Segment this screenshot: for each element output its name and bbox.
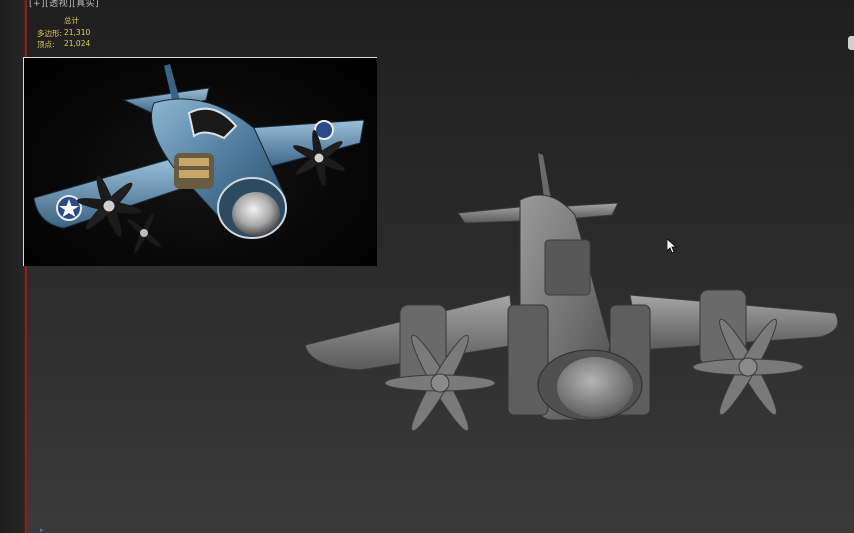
- axis-tripod-icon: ▸: [40, 526, 44, 533]
- viewcube-edge-icon[interactable]: [848, 36, 854, 50]
- stats-polys-value: 21,310: [64, 28, 91, 37]
- stats-verts-label: 顶点:: [37, 40, 55, 49]
- arrow-cursor-icon: [666, 238, 678, 255]
- gray-airplane-model: [304, 153, 839, 432]
- 3d-model-airplane[interactable]: [300, 145, 850, 445]
- 3d-viewport[interactable]: [+][透视][真实] 总计 多边形: 21,310 顶点: 21,024 ▸: [0, 0, 854, 533]
- stats-title: 总计: [64, 16, 79, 25]
- viewport-label-menu[interactable]: [+][透视][真实]: [29, 0, 99, 9]
- stats-polys-label: 多边形:: [37, 29, 63, 38]
- stats-verts-value: 21,024: [64, 39, 91, 48]
